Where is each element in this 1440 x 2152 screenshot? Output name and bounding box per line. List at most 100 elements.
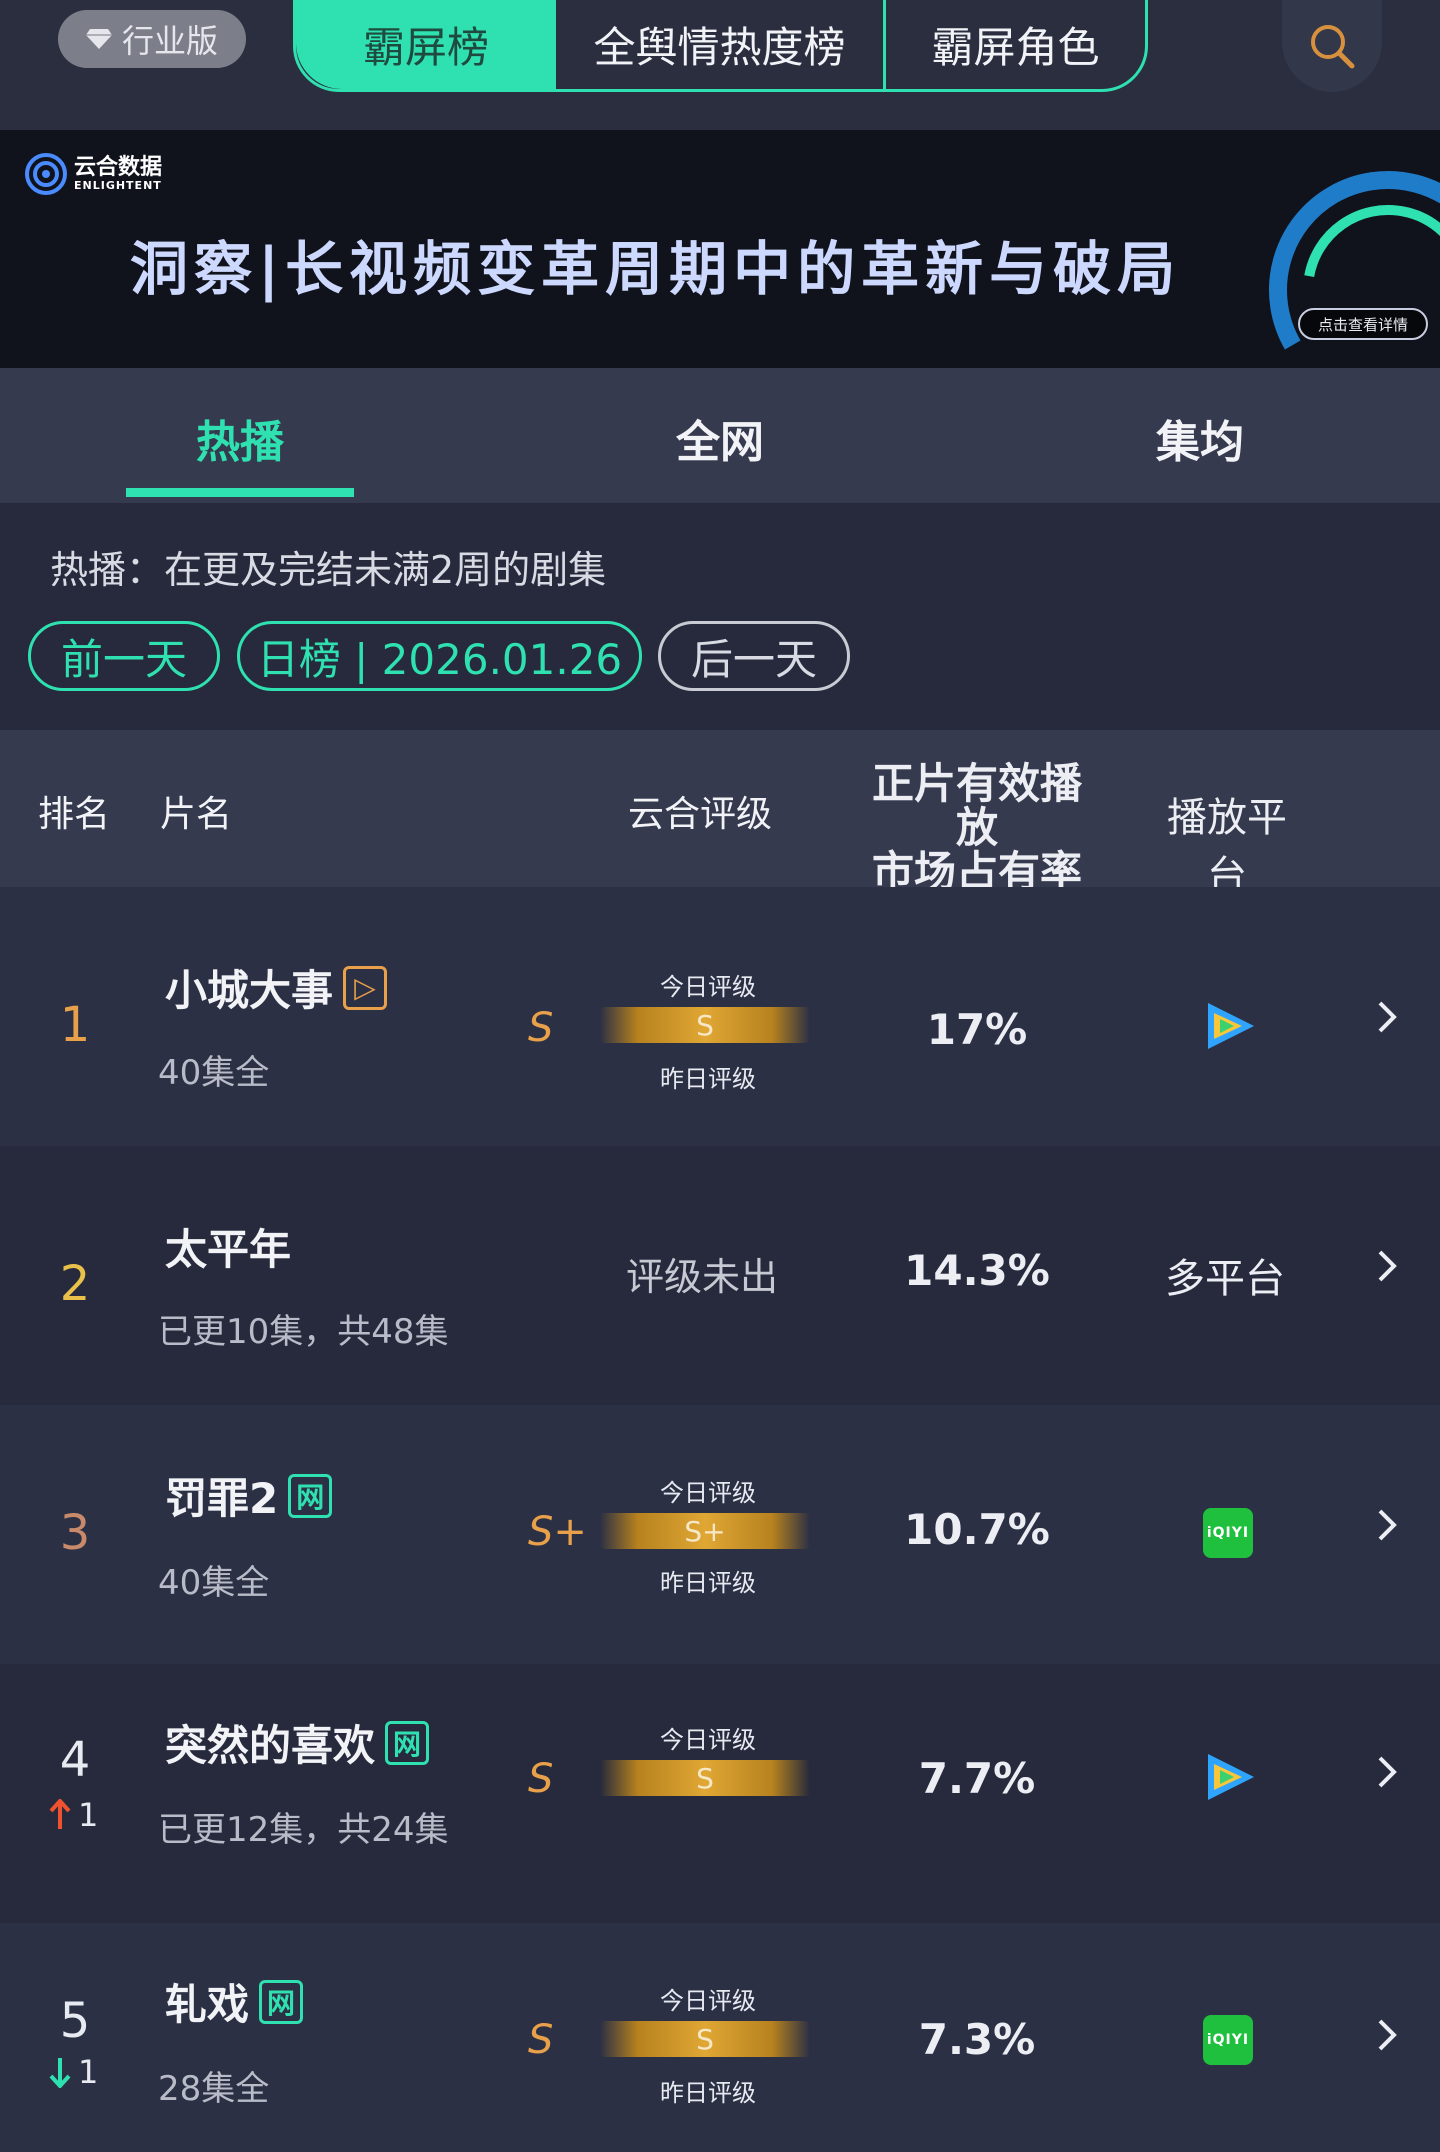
edition-label: 行业版	[121, 22, 218, 60]
show-title[interactable]: 突然的喜欢 网	[165, 1712, 430, 1773]
show-title-text: 突然的喜欢	[165, 1721, 376, 1770]
chevron-right-icon[interactable]	[1372, 997, 1400, 1037]
prev-day-button[interactable]: 前一天	[28, 621, 220, 691]
show-title-text: 罚罪2	[165, 1474, 279, 1523]
tab-dominant-roles[interactable]: 霸屏角色	[886, 0, 1145, 89]
chevron-right-icon[interactable]	[1372, 1752, 1400, 1792]
ranking-list: 1 小城大事 ▷ 40集全 今日评级 S S 昨日评级 17% 2 太平年 已更…	[0, 887, 1440, 2152]
web-badge-icon: 网	[288, 1473, 333, 1518]
yesterday-rating-label: 昨日评级	[660, 1065, 756, 1093]
rating-pending: 评级未出	[626, 1255, 779, 1299]
episode-status: 已更10集，共48集	[158, 1312, 449, 1352]
list-type-tabs: 热播 全网 集均	[0, 368, 1440, 503]
show-title-text: 太平年	[165, 1225, 292, 1274]
iqiyi-icon: iQIYI	[1203, 1508, 1253, 1558]
rank-number: 3	[59, 1505, 91, 1561]
date-selector[interactable]: 日榜 | 2026.01.26	[237, 621, 642, 691]
show-title-text: 轧戏	[165, 1980, 250, 2029]
enlightent-logo-icon	[25, 153, 67, 195]
table-row[interactable]: 5 1 轧戏 网 28集全 今日评级 S S 昨日评级 7.3% iQIYI	[0, 1923, 1440, 2152]
today-rating-label: 今日评级	[660, 1479, 756, 1507]
header-share-line1: 正片有效播放	[871, 759, 1082, 852]
grade-bar: S	[600, 2021, 810, 2057]
show-title[interactable]: 小城大事 ▷	[165, 957, 388, 1018]
rank-number: 2	[59, 1256, 91, 1312]
market-share: 17%	[926, 1005, 1028, 1054]
header-rating: 云合评级	[628, 794, 773, 835]
grade-letter: S	[528, 1756, 554, 1802]
market-share: 7.7%	[918, 1754, 1036, 1803]
diamond-icon	[85, 29, 112, 49]
ranking-tabs: 霸屏榜 全舆情热度榜 霸屏角色	[293, 0, 1148, 92]
active-tab-indicator	[126, 488, 354, 497]
market-share: 14.3%	[904, 1246, 1050, 1295]
grade-letter: S	[528, 1005, 554, 1051]
show-title-text: 小城大事	[165, 966, 334, 1015]
chevron-right-icon[interactable]	[1372, 1505, 1400, 1545]
banner-title: 洞察|长视频变革周期中的革新与破局	[130, 235, 1182, 303]
grade-letter: S+	[528, 1509, 587, 1555]
tencent-video-icon	[1208, 1003, 1254, 1049]
today-rating-label: 今日评级	[660, 1726, 756, 1754]
search-button[interactable]	[1282, 0, 1382, 92]
episode-status: 28集全	[158, 2069, 270, 2109]
rank-change-value: 1	[78, 2053, 99, 2091]
yesterday-rating-label: 昨日评级	[660, 2079, 756, 2107]
market-share: 10.7%	[904, 1505, 1050, 1554]
tab-dominance[interactable]: 霸屏榜	[296, 0, 556, 89]
platform-text: 多平台	[1165, 1256, 1285, 1302]
header-rank: 排名	[38, 794, 111, 835]
today-rating-label: 今日评级	[660, 1987, 756, 2015]
rank-change-down: 1	[48, 2053, 98, 2091]
header-title: 片名	[160, 794, 233, 835]
top-bar: 行业版 霸屏榜 全舆情热度榜 霸屏角色	[0, 0, 1440, 130]
rank-change-up: 1	[48, 1796, 98, 1834]
rank-number: 5	[59, 1993, 91, 2049]
tab-all-network[interactable]: 全网	[600, 406, 840, 470]
table-row[interactable]: 1 小城大事 ▷ 40集全 今日评级 S S 昨日评级 17%	[0, 887, 1440, 1146]
header-platform: 播放平台	[1167, 795, 1287, 899]
tab-hot-airing[interactable]: 热播	[120, 406, 360, 470]
search-icon	[1311, 25, 1355, 69]
filter-area: 热播：在更及完结未满2周的剧集 前一天 日榜 | 2026.01.26 后一天	[0, 503, 1440, 730]
chevron-right-icon[interactable]	[1372, 2015, 1400, 2055]
yesterday-rating-label: 昨日评级	[660, 1569, 756, 1597]
header-share: 正片有效播放 市场占有率	[866, 762, 1088, 894]
show-title[interactable]: 罚罪2 网	[165, 1465, 333, 1526]
tab-sentiment-heat[interactable]: 全舆情热度榜	[556, 0, 886, 89]
table-row[interactable]: 2 太平年 已更10集，共48集 评级未出 14.3% 多平台	[0, 1146, 1440, 1405]
market-share: 7.3%	[918, 2015, 1036, 2064]
list-description: 热播：在更及完结未满2周的剧集	[50, 548, 607, 592]
web-badge-icon: 网	[385, 1720, 430, 1765]
arrow-down-icon	[49, 2058, 71, 2088]
today-rating-label: 今日评级	[660, 973, 756, 1001]
grade-bar: S	[600, 1760, 810, 1796]
web-badge-icon: 网	[259, 1979, 304, 2024]
rank-number: 4	[59, 1732, 91, 1788]
brand-name: 云合数据	[74, 154, 163, 180]
iqiyi-icon: iQIYI	[1203, 2015, 1253, 2065]
episode-status: 40集全	[158, 1563, 270, 1603]
next-day-button[interactable]: 后一天	[658, 621, 850, 691]
banner-detail-button[interactable]: 点击查看详情	[1298, 308, 1428, 340]
episode-status: 40集全	[158, 1053, 270, 1093]
arrow-up-icon	[49, 1799, 71, 1829]
play-badge-icon: ▷	[343, 965, 388, 1010]
show-title[interactable]: 轧戏 网	[165, 1971, 304, 2032]
tencent-video-icon	[1208, 1754, 1254, 1800]
brand-logo: 云合数据 ENLIGHTENT	[24, 152, 162, 196]
chevron-right-icon[interactable]	[1372, 1246, 1400, 1286]
grade-letter: S	[528, 2017, 554, 2063]
episode-status: 已更12集，共24集	[158, 1810, 449, 1850]
show-title[interactable]: 太平年	[165, 1216, 291, 1277]
tab-per-episode[interactable]: 集均	[1080, 406, 1320, 470]
promo-banner[interactable]: 云合数据 ENLIGHTENT 洞察|长视频变革周期中的革新与破局 点击查看详情	[0, 130, 1440, 368]
grade-bar: S+	[600, 1513, 810, 1549]
edition-badge[interactable]: 行业版	[58, 10, 246, 68]
brand-sub: ENLIGHTENT	[74, 178, 162, 192]
rank-number: 1	[59, 997, 91, 1053]
table-row[interactable]: 3 罚罪2 网 40集全 今日评级 S+ S+ 昨日评级 10.7% iQIYI	[0, 1405, 1440, 1664]
rank-change-value: 1	[78, 1796, 99, 1834]
table-row[interactable]: 4 1 突然的喜欢 网 已更12集，共24集 今日评级 S S 7.7%	[0, 1664, 1440, 1923]
grade-bar: S	[600, 1007, 810, 1043]
